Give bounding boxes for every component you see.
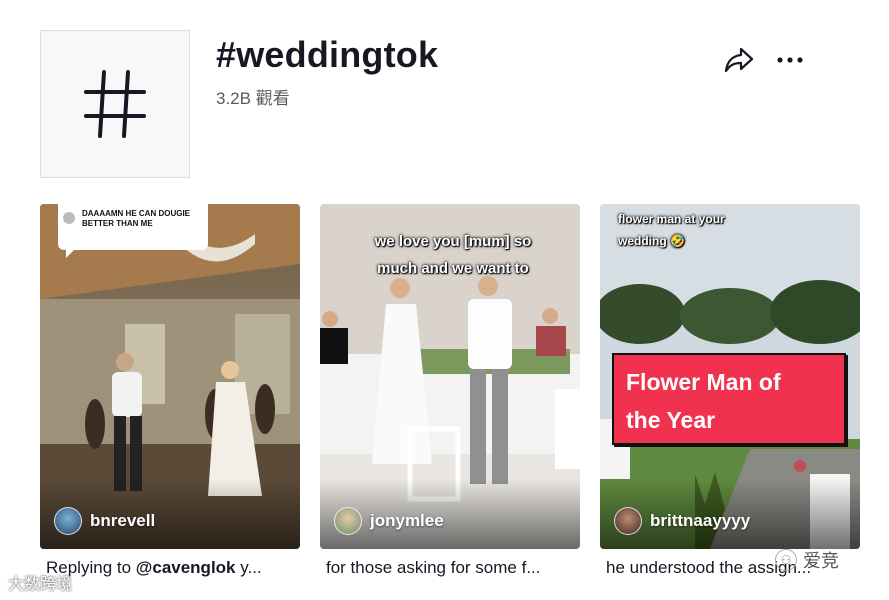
flower-man-badge: Flower Man of the Year — [612, 353, 846, 445]
author-username: bnrevell — [90, 511, 156, 530]
view-count: 3.2B 觀看 — [216, 89, 290, 108]
watermark-right-text: 爱竞 — [803, 551, 839, 571]
video-card-2[interactable]: we love you [mum] so much and we want to… — [320, 204, 580, 549]
avatar — [54, 507, 82, 535]
hashtag-icon — [84, 70, 146, 138]
reply-comment-bubble: DAAAAMN HE CAN DOUGIE BETTER THAN ME — [58, 204, 208, 258]
avatar — [614, 507, 642, 535]
share-icon — [724, 47, 754, 73]
video-author[interactable]: jonymlee — [334, 507, 444, 535]
video-author[interactable]: brittnaayyyy — [614, 507, 750, 535]
video-card-1[interactable]: DAAAAMN HE CAN DOUGIE BETTER THAN ME bnr… — [40, 204, 300, 549]
author-username: brittnaayyyy — [650, 511, 751, 530]
watermark-right: ⚇ 爱竞 — [775, 547, 839, 573]
author-username: jonymlee — [370, 511, 444, 530]
page-title: #weddingtok — [216, 34, 439, 75]
commenter-avatar — [63, 212, 75, 224]
video-caption-2[interactable]: for those asking for some f... — [326, 558, 586, 578]
video-caption-1[interactable]: Replying to @cavenglok y... — [46, 558, 306, 578]
video-author[interactable]: bnrevell — [54, 507, 155, 535]
more-options-button[interactable] — [772, 44, 808, 76]
badge-line-1: Flower Man of — [626, 369, 781, 395]
share-button[interactable] — [723, 44, 755, 76]
video-overlay-text: we love you [mum] so much and we want to — [374, 233, 532, 277]
wechat-logo-icon: ⚇ — [775, 549, 797, 571]
more-horizontal-icon — [777, 57, 803, 63]
video-card-3[interactable]: flower man at your wedding 🤣 Flower Man … — [600, 204, 860, 549]
video-overlay-text: flower man at your wedding 🤣 — [618, 212, 725, 248]
hashtag-avatar — [40, 30, 190, 178]
caption-mention-link[interactable]: @cavenglok — [136, 558, 236, 577]
avatar — [334, 507, 362, 535]
caption-rest: y... — [235, 558, 262, 577]
reply-comment-text: DAAAAMN HE CAN DOUGIE BETTER THAN ME — [82, 209, 190, 228]
badge-line-2: the Year — [626, 407, 716, 433]
watermark-left: 大数跨境 — [8, 576, 73, 593]
